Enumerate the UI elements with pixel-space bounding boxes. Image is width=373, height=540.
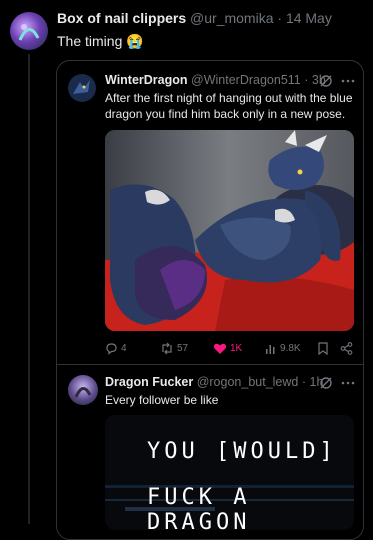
like-count: 1K xyxy=(230,343,243,354)
share-icon[interactable] xyxy=(340,342,353,355)
reply-grok-icon[interactable] xyxy=(318,375,334,391)
reply-separator: · xyxy=(301,375,307,389)
dragon-avatar-art xyxy=(73,80,90,94)
dragon-artwork xyxy=(105,130,354,331)
outer-avatar[interactable] xyxy=(10,12,48,50)
outer-post-text: The timing 😭 xyxy=(57,33,144,50)
quoted-handle[interactable]: @WinterDragon511 xyxy=(191,73,301,87)
reply-avatar-art xyxy=(74,387,92,398)
crying-emoji: 😭 xyxy=(126,33,144,49)
reply-more-icon[interactable] xyxy=(340,375,356,391)
outer-date[interactable]: 14 May xyxy=(286,10,332,26)
like-icon xyxy=(213,343,227,354)
quoted-avatar[interactable] xyxy=(68,74,96,102)
post-divider xyxy=(57,364,363,365)
thread-line xyxy=(28,54,30,524)
views-icon xyxy=(266,345,275,354)
quoted-header: WinterDragon @WinterDragon511 · 3h xyxy=(105,73,326,87)
outer-post-body: The timing xyxy=(57,33,123,49)
quoted-post-image[interactable] xyxy=(105,130,354,331)
quoted-display-name[interactable]: WinterDragon xyxy=(105,73,188,87)
outer-header: Box of nail clippers @ur_momika · 14 May xyxy=(57,10,332,26)
reply-avatar[interactable] xyxy=(68,375,98,405)
repost-action[interactable]: 57 xyxy=(160,342,188,355)
reply-action[interactable]: 4 xyxy=(105,342,127,355)
reply-handle[interactable]: @rogon_but_lewd xyxy=(197,375,299,389)
views-action[interactable]: 9.8K xyxy=(265,342,301,355)
quoted-post-text: After the first night of hanging out wit… xyxy=(105,91,353,121)
reply-header: Dragon Fucker @rogon_but_lewd · 1h xyxy=(105,375,323,389)
reply-count: 4 xyxy=(121,343,127,354)
reply-icon xyxy=(106,343,117,355)
views-count: 9.8K xyxy=(280,343,301,354)
repost-icon xyxy=(162,342,172,355)
outer-display-name[interactable]: Box of nail clippers xyxy=(57,10,186,26)
meme-text-line1: YOU [WOULD] xyxy=(147,439,337,464)
avatar-art xyxy=(18,24,40,41)
reply-display-name[interactable]: Dragon Fucker xyxy=(105,375,193,389)
grok-icon[interactable] xyxy=(318,73,334,89)
reply-post-text: Every follower be like xyxy=(105,393,219,407)
meme-text-line2: FUCK A DRAGON xyxy=(147,485,251,530)
more-icon[interactable] xyxy=(340,73,356,89)
outer-separator: · xyxy=(277,10,283,26)
quoted-separator: · xyxy=(304,73,309,87)
like-action[interactable]: 1K xyxy=(213,342,242,355)
bookmark-icon[interactable] xyxy=(317,342,329,356)
repost-count: 57 xyxy=(177,343,189,354)
outer-handle[interactable]: @ur_momika xyxy=(190,10,273,26)
reply-post-media[interactable]: YOU [WOULD] FUCK A DRAGON xyxy=(105,415,354,530)
